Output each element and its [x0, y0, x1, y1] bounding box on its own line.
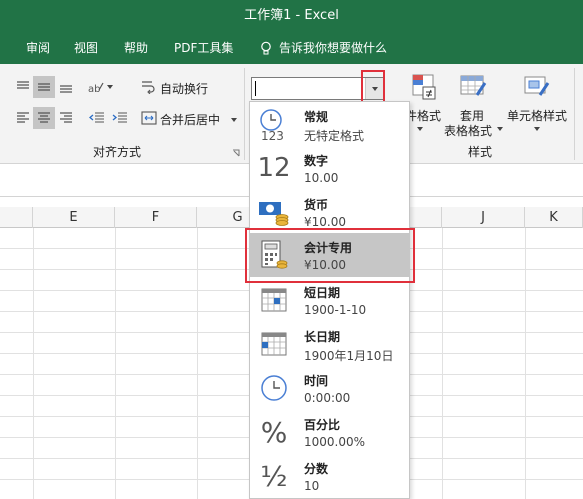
format-percentage[interactable]: % 百分比 1000.00%: [250, 410, 409, 454]
format-example: 1900年1月10日: [304, 349, 394, 363]
align-bottom-icon[interactable]: [57, 78, 75, 96]
grid-line: [525, 228, 526, 499]
conditional-format-arrow[interactable]: [417, 127, 423, 131]
number-format-dropdown-button[interactable]: [365, 78, 383, 99]
number-12-icon: 12: [257, 153, 291, 183]
format-name: 时间: [304, 374, 329, 388]
format-general[interactable]: 123 常规 无特定格式: [250, 102, 409, 146]
format-example: 1900-1-10: [304, 303, 367, 317]
format-name: 常规: [304, 110, 329, 124]
alignment-group-label: 对齐方式: [93, 145, 142, 159]
currency-icon: [256, 195, 292, 229]
format-as-table-icon[interactable]: [458, 72, 490, 102]
format-time[interactable]: 时间 0:00:00: [250, 366, 409, 410]
group-separator: [244, 68, 245, 160]
grid-line: [33, 228, 34, 499]
format-short-date[interactable]: 短日期 1900-1-10: [250, 278, 409, 322]
text-caret: [255, 81, 256, 96]
merge-dropdown-arrow[interactable]: [231, 118, 237, 122]
decrease-indent-icon[interactable]: [87, 109, 107, 127]
format-example: 0:00:00: [304, 391, 351, 405]
format-fraction[interactable]: ½ 分数 10: [250, 454, 409, 498]
title-bar: 工作簿1 - Excel: [0, 0, 583, 32]
format-as-table-arrow[interactable]: [497, 127, 503, 131]
cell-styles-button[interactable]: 单元格样式: [507, 107, 567, 124]
chevron-down-icon: [371, 86, 378, 91]
format-example: 1000.00%: [304, 435, 366, 449]
column-header-blank[interactable]: [0, 207, 33, 228]
format-example: ¥10.00: [304, 215, 346, 229]
format-name: 数字: [304, 154, 329, 168]
conditional-format-label[interactable]: 件格式: [405, 107, 441, 124]
format-example: 10: [304, 479, 320, 493]
tell-me-search[interactable]: 告诉我你想要做什么: [279, 32, 387, 64]
grid-line: [115, 228, 116, 499]
short-date-icon: [256, 283, 292, 317]
styles-group-label: 样式: [468, 145, 493, 159]
fraction-icon: ½: [260, 459, 288, 493]
column-header-j[interactable]: J: [442, 207, 525, 228]
lightbulb-icon: [261, 41, 271, 55]
dialog-launcher-icon[interactable]: [232, 149, 240, 157]
number-format-dropdown: 123 常规 无特定格式 12 数字 10.00 货币 ¥10.00 会计专用 …: [249, 101, 410, 499]
format-name: 长日期: [304, 330, 341, 344]
number-format-combobox[interactable]: [251, 77, 384, 100]
format-name: 短日期: [304, 286, 341, 300]
group-separator: [574, 68, 575, 160]
align-right-icon[interactable]: [57, 109, 75, 127]
ribbon-tabs: 审阅 视图 帮助 PDF工具集 告诉我你想要做什么: [0, 32, 583, 64]
accounting-icon: [256, 238, 292, 272]
format-example: 无特定格式: [304, 129, 365, 143]
column-header-k[interactable]: K: [525, 207, 583, 228]
grid-line: [197, 228, 198, 499]
conditional-format-icon[interactable]: [410, 72, 438, 102]
format-example: ¥10.00: [304, 258, 346, 272]
percent-icon: %: [260, 415, 288, 449]
grid-line: [442, 228, 443, 499]
wrap-text-icon[interactable]: [140, 78, 158, 96]
tab-help[interactable]: 帮助: [124, 32, 148, 64]
format-name: 分数: [304, 462, 329, 476]
clock-123-icon: 123: [256, 107, 292, 141]
format-long-date[interactable]: 长日期 1900年1月10日: [250, 322, 409, 366]
format-name: 货币: [304, 198, 329, 212]
tab-review[interactable]: 审阅: [26, 32, 50, 64]
format-as-table-label-2[interactable]: 表格格式: [444, 122, 492, 139]
align-middle-icon[interactable]: [33, 76, 55, 98]
orientation-icon[interactable]: ab: [85, 76, 115, 98]
column-header-e[interactable]: E: [33, 207, 115, 228]
svg-text:123: 123: [261, 129, 284, 141]
long-date-icon: [256, 327, 292, 361]
format-number[interactable]: 12 数字 10.00: [250, 146, 409, 190]
increase-indent-icon[interactable]: [110, 109, 130, 127]
cell-styles-icon[interactable]: [521, 72, 553, 102]
format-currency[interactable]: 货币 ¥10.00: [250, 190, 409, 234]
align-top-icon[interactable]: [14, 78, 32, 96]
cell-styles-arrow[interactable]: [534, 127, 540, 131]
format-name: 会计专用: [304, 241, 353, 255]
column-header-f[interactable]: F: [115, 207, 197, 228]
wrap-text-button[interactable]: 自动换行: [160, 80, 208, 97]
tab-pdf-tools[interactable]: PDF工具集: [174, 32, 233, 64]
merge-center-icon[interactable]: [140, 109, 158, 127]
align-left-icon[interactable]: [14, 109, 32, 127]
tab-view[interactable]: 视图: [74, 32, 98, 64]
merge-center-button[interactable]: 合并后居中: [160, 111, 220, 128]
format-accounting[interactable]: 会计专用 ¥10.00: [250, 233, 409, 277]
window-title: 工作簿1 - Excel: [244, 8, 339, 23]
svg-text:ab: ab: [88, 84, 100, 94]
time-icon: [256, 371, 292, 405]
format-name: 百分比: [304, 418, 341, 432]
format-example: 10.00: [304, 171, 339, 185]
align-center-icon[interactable]: [33, 107, 55, 129]
